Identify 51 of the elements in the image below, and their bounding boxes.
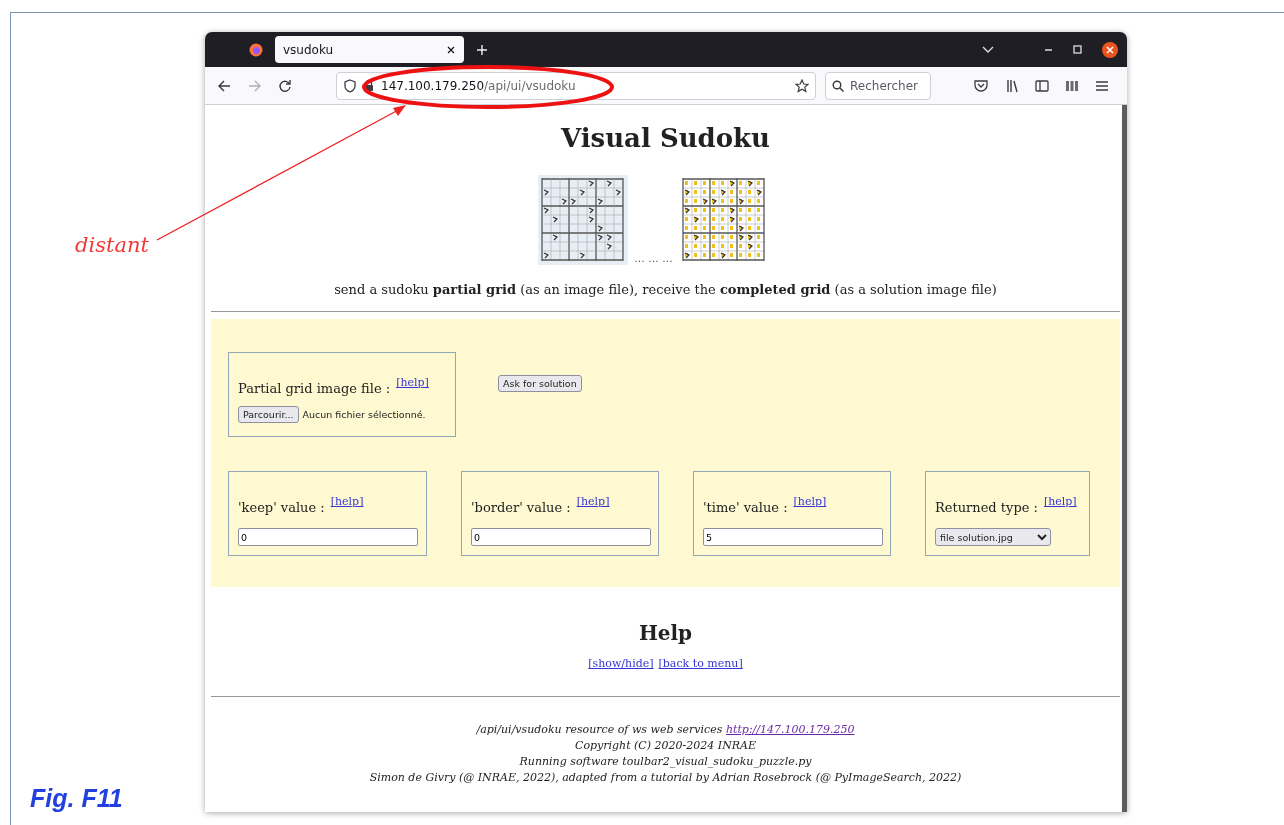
nav-link[interactable]: [show/hide] [588, 658, 654, 670]
footer-text: Running software toulbar2_visual_sudoku_puzzle.py [519, 754, 812, 770]
help-link[interactable]: [help] [330, 496, 364, 508]
pocket-icon[interactable] [974, 79, 988, 92]
annotation-label: distant [75, 232, 149, 258]
lock-icon[interactable] [363, 79, 375, 92]
footer-text: Simon de Givry (@ INRAE, 2022), adapted from a tutorial by Adrian Rosebrock (@ PyImageSearch, 2022) [369, 770, 962, 786]
new-tab-icon[interactable] [476, 43, 488, 56]
figure-label: Fig. F11 [30, 784, 123, 812]
help-link[interactable]: [help] [396, 377, 429, 389]
reload-icon[interactable] [278, 78, 292, 93]
field-label: 'border' value : [471, 499, 571, 516]
bookmark-star-icon[interactable] [795, 78, 809, 93]
ask-solution-button[interactable]: Ask for solution [498, 375, 582, 392]
sidebar-icon[interactable] [1035, 78, 1049, 93]
nav-link[interactable]: [back to menu] [658, 658, 743, 670]
chevron-down-icon[interactable] [982, 45, 994, 54]
section-title: Help [638, 621, 693, 645]
footer-text: /api/ui/vsudoku resource of ws web services http://147.100.179.250 [476, 722, 855, 738]
search-field[interactable]: Rechercher [825, 71, 931, 100]
help-link[interactable]: [help] [1043, 496, 1077, 508]
file-status-text: Aucun fichier sélectionné. [302, 409, 426, 420]
columns-icon[interactable] [1065, 78, 1079, 93]
field-label: Returned type : [935, 499, 1038, 516]
url-text: 147.100.179.250/api/ui/vsudoku [381, 78, 576, 93]
browser-tab[interactable]: vsudoku [275, 36, 464, 63]
server-link[interactable]: http://147.100.179.250 [725, 723, 855, 736]
maximize-icon[interactable] [1073, 45, 1082, 54]
intro-text: send a sudoku partial grid (as an image file), receive the completed grid (as a solution image file) [334, 282, 997, 298]
help-link[interactable]: [help] [793, 496, 827, 508]
page-title: Visual Sudoku [561, 123, 770, 153]
number-field[interactable]: 0 [471, 528, 651, 546]
back-arrow-icon[interactable] [217, 78, 231, 93]
firefox-logo-icon[interactable] [249, 42, 263, 57]
close-icon[interactable] [446, 44, 456, 55]
browse-button[interactable]: Parcourir... [238, 406, 299, 423]
help-link[interactable]: [help] [576, 496, 610, 508]
field-label: 'keep' value : [238, 499, 325, 516]
number-field[interactable]: 5 [703, 528, 883, 546]
footer-text: Copyright (C) 2020-2024 INRAE [574, 738, 756, 754]
search-icon [832, 79, 844, 92]
menu-icon[interactable] [1095, 78, 1109, 93]
ellipsis-text: ... ... ... [634, 253, 673, 265]
close-window-icon[interactable] [1102, 41, 1118, 58]
shield-icon[interactable] [343, 78, 357, 93]
address-bar[interactable]: 147.100.179.250/api/ui/vsudoku [336, 71, 816, 100]
field-label: 'time' value : [703, 499, 788, 516]
number-field[interactable]: 0 [238, 528, 418, 546]
library-icon[interactable] [1006, 78, 1019, 93]
dropdown[interactable]: file solution.jpg [935, 528, 1051, 546]
field-label: Partial grid image file : [238, 380, 391, 397]
